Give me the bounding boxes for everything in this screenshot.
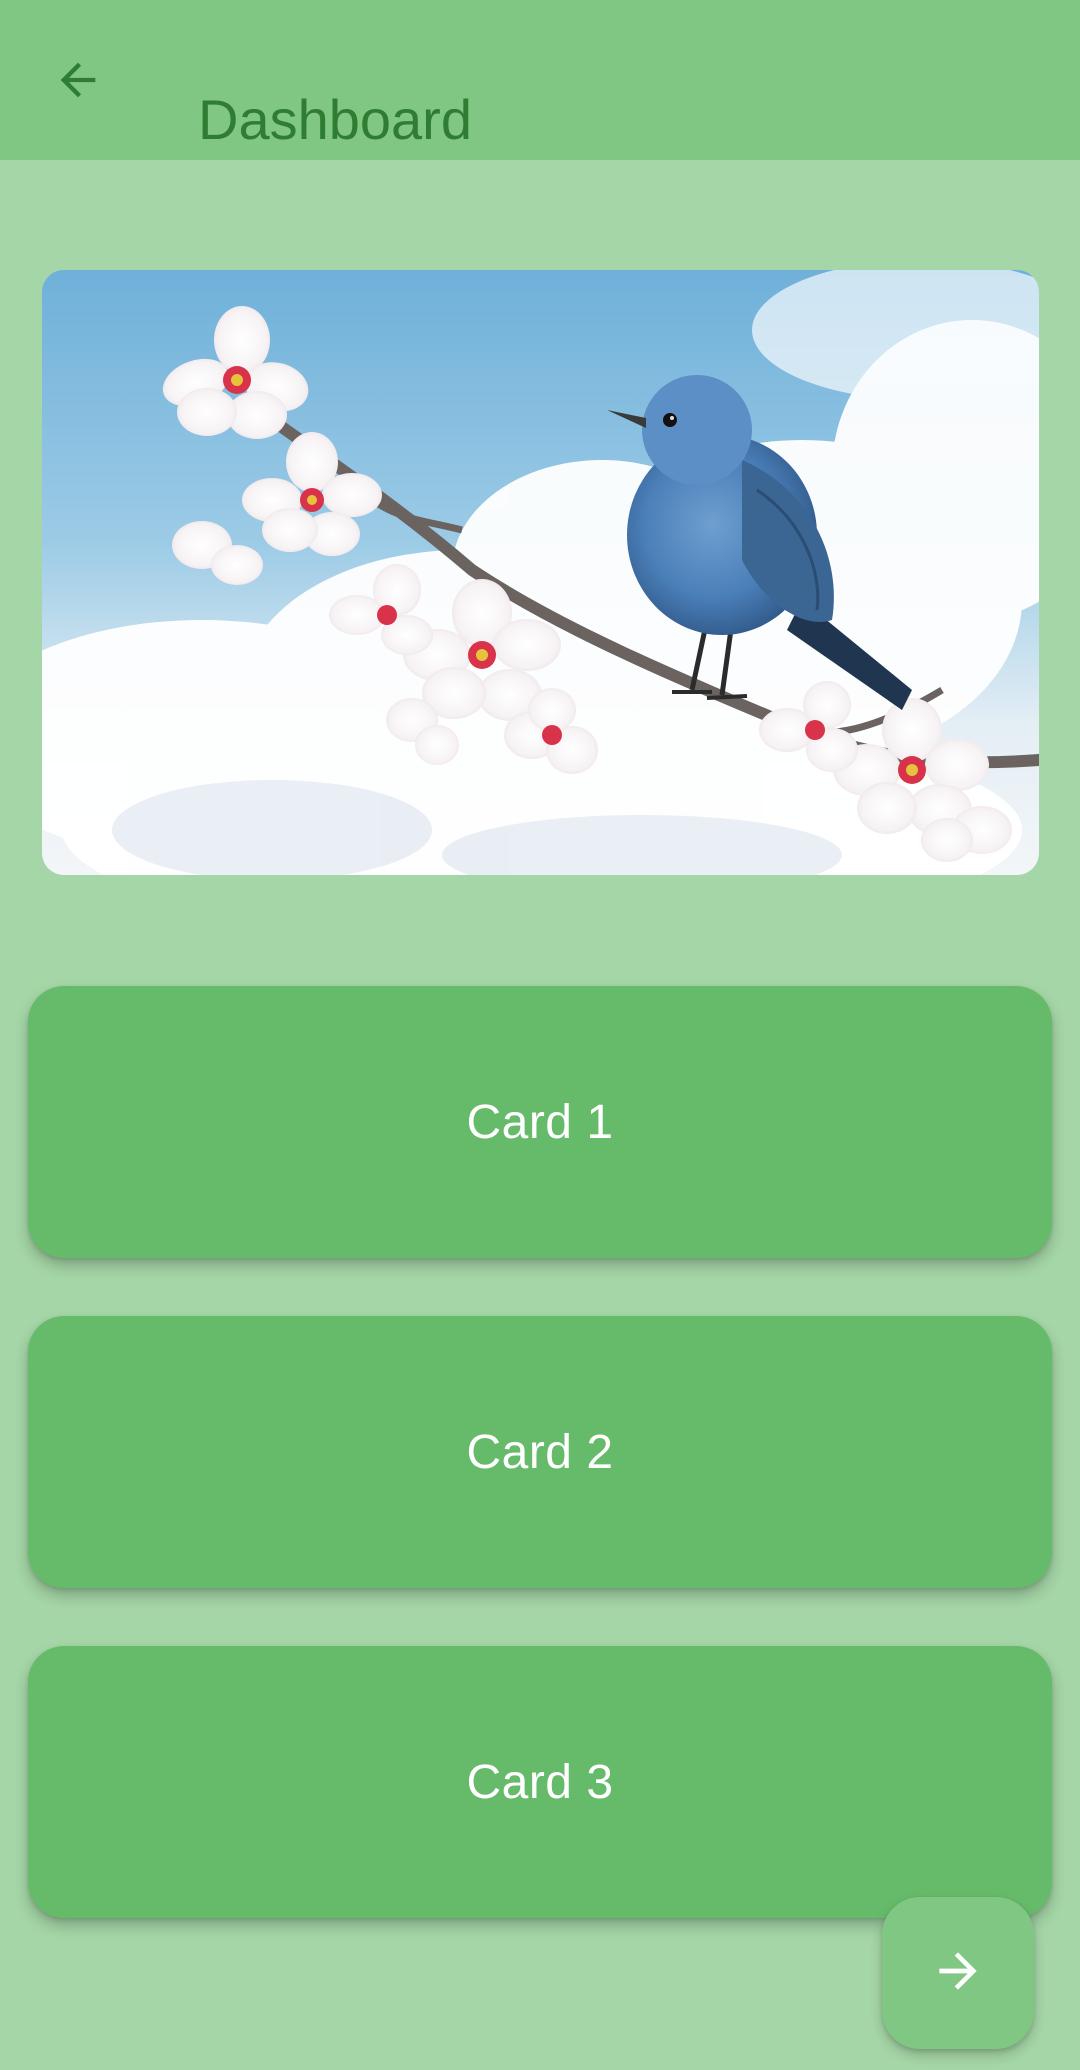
back-button[interactable]	[40, 44, 116, 120]
arrow-forward-icon	[930, 1943, 986, 2004]
app-bar: Dashboard	[0, 0, 1080, 160]
page-title: Dashboard	[198, 87, 472, 151]
card-label: Card 2	[466, 1425, 614, 1479]
arrow-back-icon	[52, 54, 104, 111]
card-3[interactable]: Card 3	[28, 1646, 1052, 1918]
card-1[interactable]: Card 1	[28, 986, 1052, 1258]
card-label: Card 3	[466, 1755, 614, 1809]
hero-image	[42, 270, 1039, 875]
card-label: Card 1	[466, 1095, 614, 1149]
next-fab-button[interactable]	[882, 1897, 1034, 2049]
card-2[interactable]: Card 2	[28, 1316, 1052, 1588]
